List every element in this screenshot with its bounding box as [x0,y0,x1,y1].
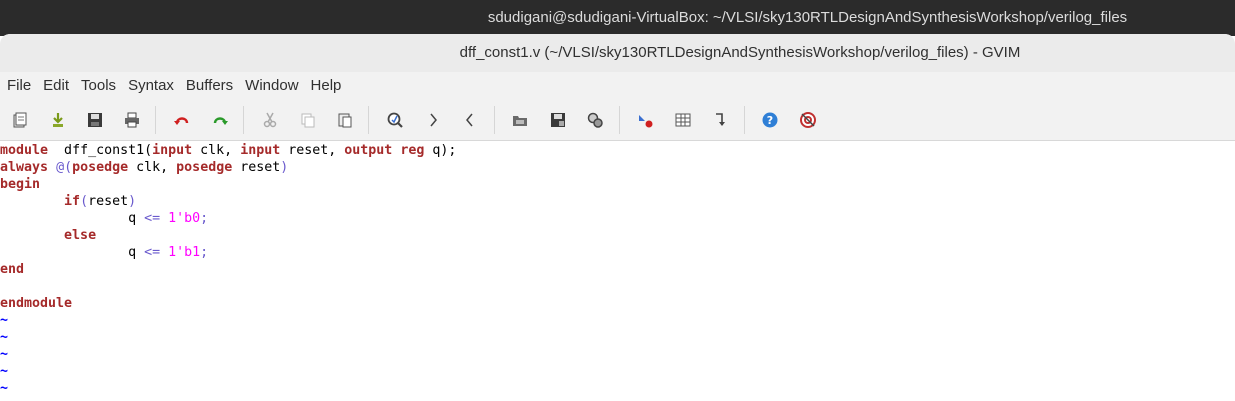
make-icon[interactable] [633,108,657,132]
empty-line-tilde: ~ [0,330,9,345]
menu-help[interactable]: Help [305,72,348,100]
keyword-token: posedge [72,160,129,175]
operator-token: @( [56,160,73,175]
toolbar-separator [243,106,244,134]
menu-file[interactable]: File [1,72,37,100]
window-title-bar[interactable]: dff_const1.v (~/VLSI/sky130RTLDesignAndS… [0,34,1235,72]
gvim-window: dff_const1.v (~/VLSI/sky130RTLDesignAndS… [0,34,1235,401]
number-token: 1'b1 [168,245,201,260]
keyword-token: if [64,194,81,209]
empty-line-tilde: ~ [0,381,9,396]
text-token: reset [88,194,129,209]
keyword-token: reg [400,143,425,158]
window-title: dff_const1.v (~/VLSI/sky130RTLDesignAndS… [459,44,1021,61]
menu-bar: File Edit Tools Syntax Buffers Window He… [0,72,1235,100]
keyword-token: always [0,160,49,175]
operator-token: <= [144,211,161,226]
code-line[interactable]: q <= 1'b1; [0,244,1235,261]
text-token: dff_const1( [48,143,153,158]
find-help-icon[interactable] [796,108,820,132]
code-line[interactable]: q <= 1'b0; [0,210,1235,227]
redo-icon[interactable] [208,108,232,132]
menu-syntax[interactable]: Syntax [122,72,180,100]
text-token: reset [232,160,281,175]
keyword-token: input [152,143,193,158]
operator-token: ( [80,194,89,209]
keyword-token: end [0,262,25,277]
print-icon[interactable] [120,108,144,132]
toolbar-separator [368,106,369,134]
empty-line-tilde: ~ [0,313,9,328]
paste-icon[interactable] [333,108,357,132]
keyword-token: output [344,143,393,158]
text-token: clk, [192,143,241,158]
code-line[interactable] [0,278,1235,295]
keyword-token: posedge [176,160,233,175]
code-buffer[interactable]: module dff_const1(input clk, input reset… [0,142,1235,397]
code-line[interactable]: else [0,227,1235,244]
toolbar: ? [0,100,1235,141]
operator-token: ) [128,194,137,209]
keyword-token: module [0,143,49,158]
operator-token: ) [280,160,289,175]
operator-token: ; [200,211,209,226]
code-line[interactable]: module dff_const1(input clk, input reset… [0,142,1235,159]
open-file-icon[interactable] [8,108,32,132]
code-line[interactable]: if(reset) [0,193,1235,210]
load-session-icon[interactable] [508,108,532,132]
shell-icon[interactable] [671,108,695,132]
menu-edit[interactable]: Edit [37,72,75,100]
toolbar-separator [744,106,745,134]
system-bar-title: sdudigani@sdudigani-VirtualBox: ~/VLSI/s… [487,9,1128,26]
cut-icon[interactable] [258,108,282,132]
text-token: q); [424,143,457,158]
keyword-token: input [240,143,281,158]
text-token: reset, [280,143,345,158]
save-down-icon[interactable] [46,108,70,132]
menu-tools[interactable]: Tools [75,72,122,100]
menu-buffers[interactable]: Buffers [180,72,239,100]
code-line[interactable]: always @(posedge clk, posedge reset) [0,159,1235,176]
toolbar-separator [494,106,495,134]
operator-token: <= [144,245,161,260]
tags-jump-icon[interactable] [708,108,732,132]
code-line[interactable]: end [0,261,1235,278]
text-token: clk, [128,160,177,175]
text-token: q [0,245,145,260]
code-line[interactable]: begin [0,176,1235,193]
editor-text-area[interactable]: module dff_const1(input clk, input reset… [0,142,1235,401]
find-replace-icon[interactable] [383,108,407,132]
toolbar-separator [155,106,156,134]
run-script-icon[interactable] [583,108,607,132]
copy-icon[interactable] [296,108,320,132]
text-token: q [0,211,145,226]
keyword-token: else [64,228,97,243]
operator-token: ; [200,245,209,260]
save-icon[interactable] [83,108,107,132]
save-session-icon[interactable] [546,108,570,132]
undo-icon[interactable] [170,108,194,132]
help-icon[interactable]: ? [758,108,782,132]
system-top-bar: sdudigani@sdudigani-VirtualBox: ~/VLSI/s… [0,0,1235,36]
find-prev-icon[interactable] [458,108,482,132]
code-line[interactable]: endmodule [0,295,1235,312]
keyword-token: endmodule [0,296,73,311]
empty-line-tilde: ~ [0,364,9,379]
keyword-token: begin [0,177,41,192]
toolbar-separator [619,106,620,134]
number-token: 1'b0 [168,211,201,226]
svg-text:?: ? [767,114,773,127]
menu-window[interactable]: Window [239,72,304,100]
find-next-icon[interactable] [421,108,445,132]
empty-line-tilde: ~ [0,347,9,362]
